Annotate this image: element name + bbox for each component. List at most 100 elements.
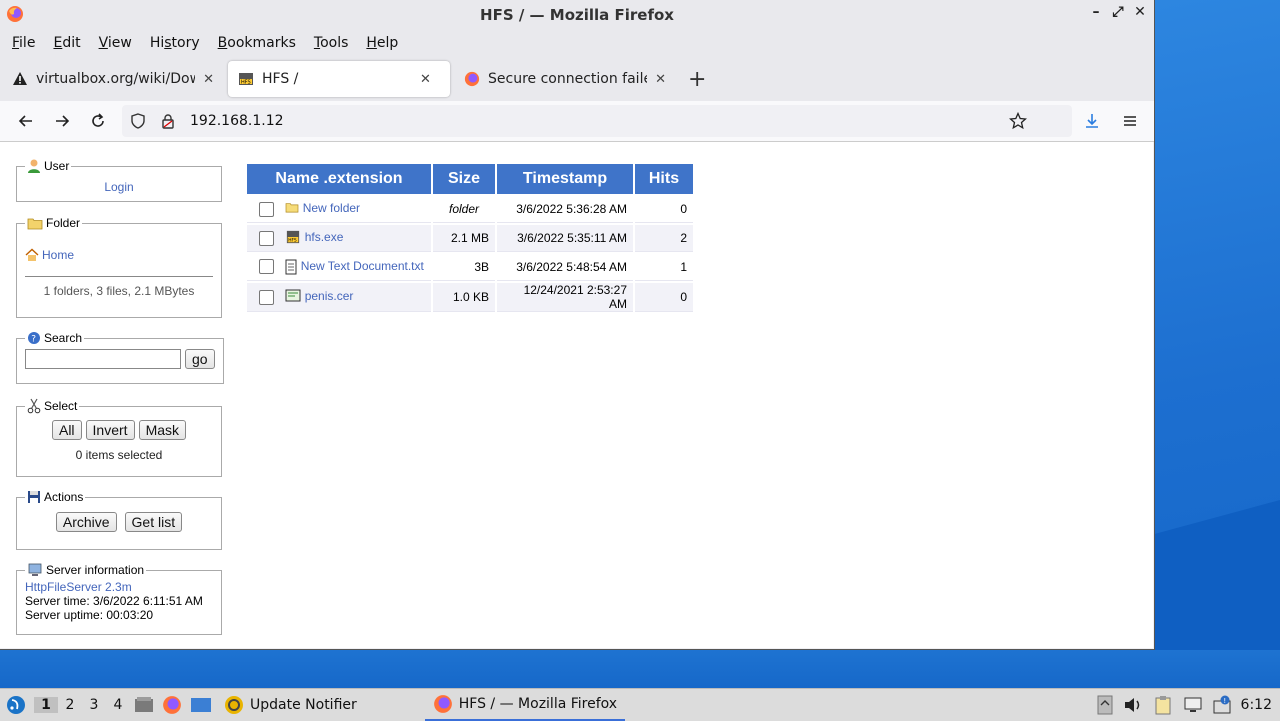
get-list-button[interactable]: Get list (124, 512, 183, 532)
file-size: 2.1 MB (433, 225, 495, 252)
lubuntu-logo-icon (7, 696, 25, 714)
close-button[interactable]: ✕ (1132, 4, 1148, 20)
folder-summary: 1 folders, 3 files, 2.1 MBytes (43, 284, 195, 298)
archive-button[interactable]: Archive (55, 512, 117, 532)
back-button[interactable] (8, 103, 44, 139)
tab-close-icon[interactable]: ✕ (203, 72, 214, 87)
tab-hfs[interactable]: HFS HFS / ✕ (228, 61, 450, 97)
col-header-hits[interactable]: Hits (635, 164, 693, 194)
forward-button[interactable] (44, 103, 80, 139)
user-legend: User (44, 159, 70, 173)
table-row: New folder folder 3/6/2022 5:36:28 AM 0 (247, 196, 693, 223)
page-content: User Login Folder Home 1 folders, 3 file… (0, 142, 1153, 648)
search-input[interactable] (25, 349, 181, 369)
server-time: Server time: 3/6/2022 6:11:51 AM (25, 594, 203, 608)
file-name[interactable]: penis.cer (305, 289, 354, 303)
svg-text:HFS: HFS (289, 238, 298, 244)
actions-panel: Actions Archive Get list (16, 490, 222, 550)
row-checkbox[interactable] (259, 230, 274, 246)
downloads-button[interactable] (1074, 103, 1110, 139)
menu-file[interactable]: File (6, 35, 47, 51)
firefox-icon (433, 695, 452, 713)
menu-edit[interactable]: Edit (47, 35, 92, 51)
minimize-button[interactable]: – (1088, 4, 1104, 20)
col-header-timestamp[interactable]: Timestamp (497, 164, 633, 194)
actions-legend: Actions (44, 490, 84, 504)
col-header-size[interactable]: Size (433, 164, 495, 194)
select-all-button[interactable]: All (51, 420, 82, 440)
tab-label: virtualbox.org/wiki/Downl (36, 71, 195, 87)
server-icon (28, 563, 42, 576)
hfs-icon: HFS (238, 71, 254, 87)
home-link[interactable]: Home (42, 248, 74, 262)
clipboard-icon[interactable] (1153, 695, 1173, 715)
lock-icon[interactable] (160, 113, 176, 129)
url-text[interactable]: 192.168.1.12 (190, 113, 284, 129)
task-label: HFS / — Mozilla Firefox (458, 696, 618, 712)
workspace-4[interactable]: 4 (106, 697, 130, 713)
menu-history[interactable]: History (144, 35, 212, 51)
firefox-launcher[interactable] (158, 689, 186, 721)
tab-label: Secure connection failed (488, 71, 648, 87)
menu-help[interactable]: Help (360, 35, 410, 51)
col-header-name[interactable]: Name .extension (247, 164, 431, 194)
network-up-icon[interactable] (1097, 695, 1113, 715)
workspace-3[interactable]: 3 (82, 697, 106, 713)
text-file-icon (285, 259, 297, 275)
search-go-button[interactable]: go (185, 349, 215, 369)
folder-icon (286, 203, 299, 213)
shield-icon[interactable] (130, 113, 146, 129)
file-name[interactable]: New Text Document.txt (301, 259, 424, 273)
user-icon (28, 159, 40, 173)
table-row: penis.cer 1.0 KB 12/24/2021 2:53:27 AM 0 (247, 283, 693, 312)
row-checkbox[interactable] (259, 289, 274, 305)
bookmark-star-button[interactable] (1000, 103, 1036, 139)
tab-close-icon[interactable]: ✕ (655, 72, 666, 87)
row-checkbox[interactable] (259, 259, 274, 275)
server-uptime: Server uptime: 00:03:20 (25, 608, 154, 622)
workspace-1[interactable]: 1 (34, 697, 58, 713)
invert-button[interactable]: Invert (85, 420, 135, 440)
app-menu-button[interactable] (1112, 103, 1148, 139)
network-icon[interactable] (1183, 696, 1203, 714)
file-name[interactable]: hfs.exe (305, 230, 344, 244)
search-legend: Search (44, 331, 83, 345)
arrow-left-icon (18, 115, 32, 127)
tab-close-icon[interactable]: ✕ (420, 72, 431, 87)
menu-tools[interactable]: Tools (308, 35, 361, 51)
menu-bookmarks[interactable]: Bookmarks (212, 35, 308, 51)
new-tab-button[interactable]: + (688, 67, 706, 92)
clock[interactable]: 6:12 (1241, 697, 1272, 713)
folder-panel: Folder Home 1 folders, 3 files, 2.1 MByt… (16, 216, 222, 318)
tab-virtualbox[interactable]: virtualbox.org/wiki/Downl ✕ (2, 61, 224, 97)
restore-button[interactable]: ⤢ (1110, 4, 1126, 20)
desktop-bottom (0, 650, 1280, 688)
system-tray: ! 6:12 (1097, 689, 1272, 721)
task-update-notifier[interactable]: Update Notifier (216, 689, 365, 721)
update-info-icon[interactable]: ! (1213, 695, 1231, 715)
tab-secure-failed[interactable]: Secure connection failed ✕ (454, 61, 676, 97)
taskbar: 1 2 3 4 Update Notifier HFS / — Mozilla … (0, 688, 1280, 721)
file-manager-icon (135, 697, 153, 712)
file-size: 1.0 KB (433, 283, 495, 312)
workspace-2[interactable]: 2 (58, 697, 82, 713)
tab-bar: virtualbox.org/wiki/Downl ✕ HFS HFS / ✕ … (0, 57, 1154, 101)
volume-icon[interactable] (1123, 696, 1143, 714)
show-desktop-launcher[interactable] (186, 689, 216, 721)
reload-button[interactable] (80, 103, 116, 139)
file-size: folder (433, 196, 495, 223)
hfs-version-link[interactable]: HttpFileServer 2.3m (25, 580, 132, 594)
file-hits: 0 (635, 196, 693, 223)
file-timestamp: 3/6/2022 5:35:11 AM (497, 225, 633, 252)
row-checkbox[interactable] (259, 201, 274, 217)
file-size: 3B (433, 254, 495, 281)
mask-button[interactable]: Mask (138, 420, 187, 440)
menu-view[interactable]: View (93, 35, 144, 51)
file-manager-launcher[interactable] (130, 689, 158, 721)
start-menu-button[interactable] (0, 689, 30, 721)
task-firefox[interactable]: HFS / — Mozilla Firefox (424, 689, 626, 721)
file-name[interactable]: New folder (303, 201, 360, 215)
login-link[interactable]: Login (104, 180, 133, 194)
hamburger-icon (1124, 116, 1136, 126)
url-bar[interactable]: 192.168.1.12 (122, 105, 1072, 137)
